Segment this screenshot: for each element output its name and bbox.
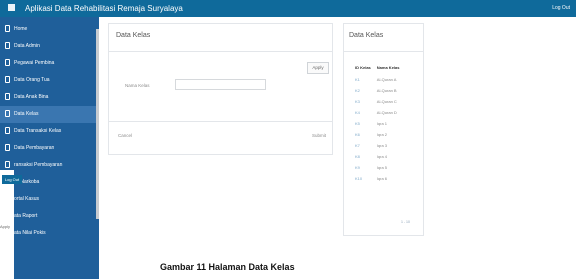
divider <box>109 51 332 52</box>
sidebar: Home Data Admin Pegawai Pembina Data Orang … <box>0 17 99 279</box>
sidebar-item-label: Data Transaksi Kelas <box>14 128 62 134</box>
table-row[interactable]: K7 Iqra 3 <box>349 140 399 151</box>
id-kelas-cell: K1 <box>355 77 360 82</box>
sidebar-item-label: Home <box>14 26 28 32</box>
table-panel-title: Data Kelas <box>349 32 384 39</box>
table-row[interactable]: K5 Iqra 1 <box>349 118 399 129</box>
id-kelas-cell: K4 <box>355 110 360 115</box>
nama-kelas-cell: Iqra 6 <box>376 176 388 181</box>
divider <box>344 51 423 52</box>
document-icon <box>5 25 10 32</box>
table-row[interactable]: K4 Al-Quran D <box>349 107 399 118</box>
sidebar-item[interactable]: ata Nilai Pokis <box>0 225 96 242</box>
id-kelas-cell: K6 <box>355 132 360 137</box>
app-title: Aplikasi Data Rehabilitasi Remaja Suryal… <box>25 4 183 13</box>
document-icon <box>5 59 10 66</box>
id-kelas-cell: K9 <box>355 165 360 170</box>
table-row[interactable]: K1 Al-Quran A <box>349 74 399 85</box>
sidebar-item-label: Data Pembayaran <box>14 145 55 151</box>
divider <box>109 121 332 122</box>
document-icon <box>5 127 10 134</box>
table-row[interactable]: K6 Iqra 2 <box>349 129 399 140</box>
nama-kelas-cell: Iqra 2 <box>376 132 388 137</box>
id-kelas-cell: K7 <box>355 143 360 148</box>
table-header-row: ID Kelas Nama Kelas <box>349 61 399 74</box>
logout-link[interactable]: Log Out <box>552 4 570 13</box>
id-kelas-cell: K10 <box>355 176 363 181</box>
sidebar-item-label: Data Admin <box>14 43 40 49</box>
nama-kelas-cell: Al-Quran A <box>376 77 397 82</box>
sidebar-item-label: Data Anak Bina <box>14 94 49 100</box>
sidebar-item[interactable]: ransaksi Pembayaran <box>0 157 96 174</box>
document-icon <box>5 110 10 117</box>
sidebar-item-label: ata Raport <box>14 213 38 219</box>
apply-button[interactable]: Apply <box>307 62 329 74</box>
nama-kelas-label: Nama Kelas <box>125 83 150 88</box>
sidebar-item-label: Pegawai Pembina <box>14 60 55 66</box>
sidebar-item-label: Data Kelas <box>14 111 39 117</box>
nama-kelas-cell: Al-Quran C <box>376 99 397 104</box>
form-panel: Data Kelas Apply Nama Kelas Cancel Submi… <box>108 23 333 155</box>
column-header: ID Kelas <box>355 65 371 70</box>
column-header: Nama Kelas <box>376 65 400 70</box>
nama-kelas-cell: Al-Quran D <box>376 110 397 115</box>
form-panel-title: Data Kelas <box>116 32 151 39</box>
sidebar-item[interactable]: Data Transaksi Kelas <box>0 123 96 140</box>
cancel-button[interactable]: Cancel <box>118 133 132 138</box>
sidebar-scrollbar[interactable] <box>96 29 99 219</box>
table-row[interactable]: K3 Al-Quran C <box>349 96 399 107</box>
sidebar-item-label: ransaksi Pembayaran <box>14 162 63 168</box>
sidebar-item[interactable]: Data Pembayaran <box>0 140 96 157</box>
sidebar-item[interactable]: Data Admin <box>0 38 96 55</box>
id-kelas-cell: K2 <box>355 88 360 93</box>
table-panel: Data Kelas ID Kelas Nama Kelas K1 Al-Qura… <box>343 23 424 236</box>
id-kelas-cell: K3 <box>355 99 360 104</box>
document-icon <box>5 76 10 83</box>
sidebar-item[interactable]: Data Anak Bina <box>0 89 96 106</box>
table-row[interactable]: K2 Al-Quran B <box>349 85 399 96</box>
table-row[interactable]: K8 Iqra 4 <box>349 151 399 162</box>
sidebar-item[interactable]: Home <box>0 21 96 38</box>
top-bar: Aplikasi Data Rehabilitasi Remaja Suryal… <box>0 0 576 17</box>
document-icon <box>5 161 10 168</box>
id-kelas-cell: K5 <box>355 121 360 126</box>
sidebar-item[interactable]: ata Raport <box>0 208 96 225</box>
sidebar-item[interactable]: ortal Kasus <box>0 191 96 208</box>
submit-button[interactable]: Submit <box>312 133 326 138</box>
nama-kelas-cell: Iqra 3 <box>376 143 388 148</box>
overlay-apply-button[interactable]: Apply <box>0 224 10 229</box>
sidebar-item[interactable]: Data Kelas <box>0 106 96 123</box>
table-row[interactable]: K10 Iqra 6 <box>349 173 399 184</box>
pagination[interactable]: 1 - 10 <box>401 220 410 224</box>
document-icon <box>5 93 10 100</box>
nama-kelas-cell: Iqra 5 <box>376 165 388 170</box>
sidebar-item-label: Data Orang Tua <box>14 77 50 83</box>
kelas-table: ID Kelas Nama Kelas K1 Al-Quran A K2 Al-Qur… <box>349 61 399 184</box>
document-icon <box>5 144 10 151</box>
figure-caption: Gambar 11 Halaman Data Kelas <box>160 262 295 272</box>
document-icon <box>5 42 10 49</box>
nama-kelas-cell: Al-Quran B <box>376 88 397 93</box>
overlay-logout-button[interactable]: Log Out <box>2 175 22 184</box>
nama-kelas-cell: Iqra 1 <box>376 121 388 126</box>
sidebar-item[interactable]: Pegawai Pembina <box>0 55 96 72</box>
nama-kelas-cell: Iqra 4 <box>376 154 388 159</box>
hamburger-icon[interactable] <box>8 4 15 11</box>
sidebar-item-label: ortal Kasus <box>14 196 40 202</box>
nama-kelas-input[interactable] <box>175 79 266 90</box>
sidebar-item[interactable]: Data Orang Tua <box>0 72 96 89</box>
id-kelas-cell: K8 <box>355 154 360 159</box>
sidebar-item-label: ata Nilai Pokis <box>14 230 46 236</box>
table-row[interactable]: K9 Iqra 5 <box>349 162 399 173</box>
